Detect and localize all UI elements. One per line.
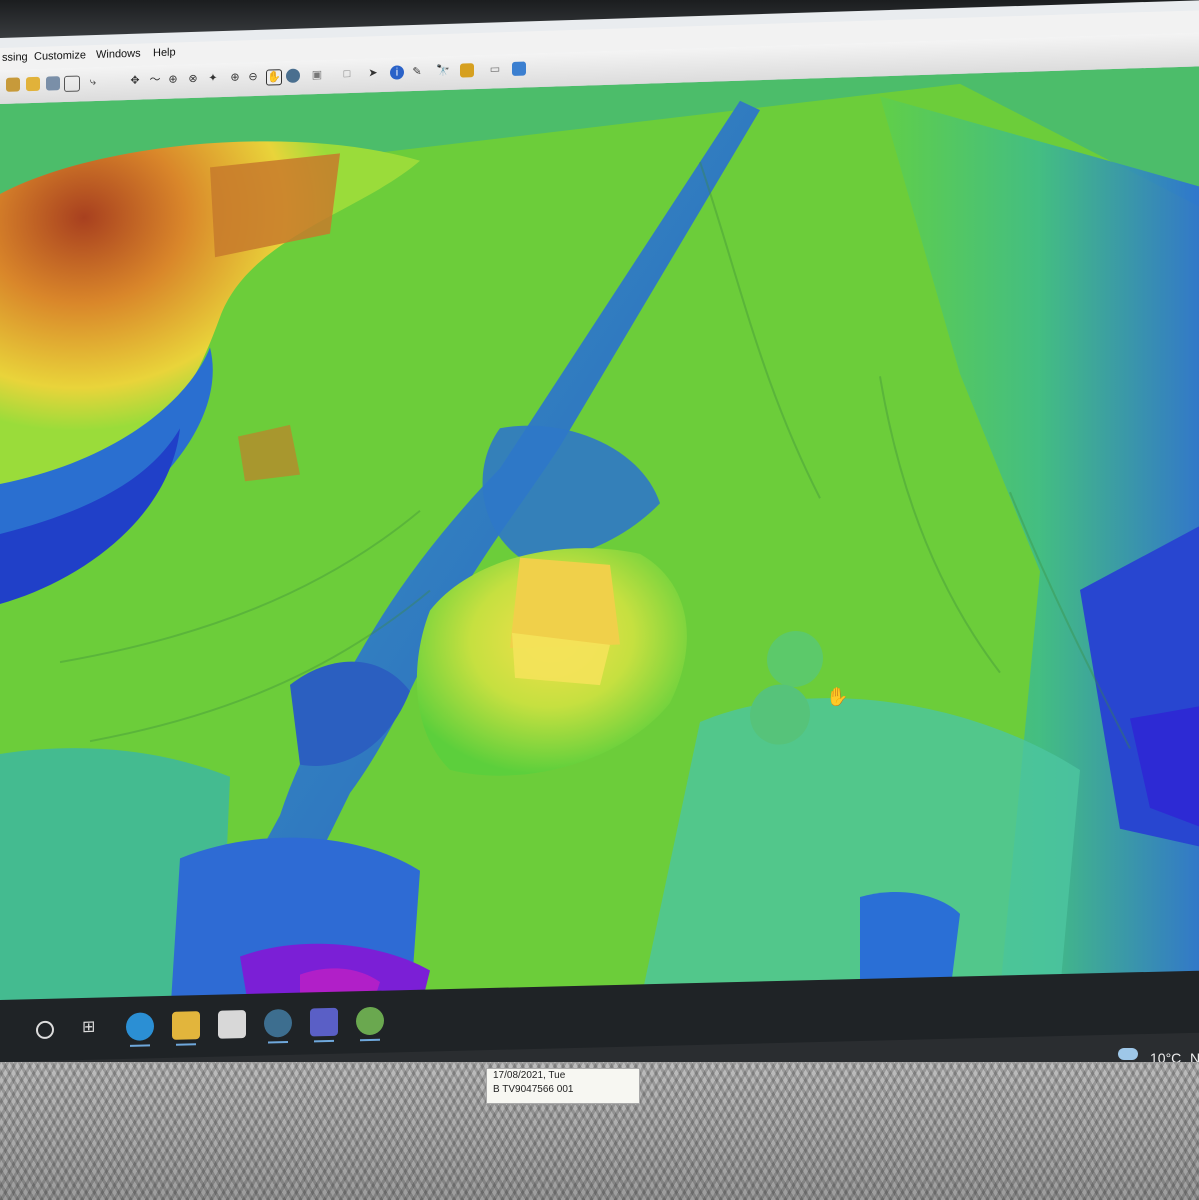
full-extent-icon[interactable]: ⊗ bbox=[186, 72, 200, 86]
store-icon[interactable] bbox=[218, 1009, 246, 1039]
elevation-surface[interactable]: ✋ bbox=[0, 66, 1199, 1024]
search-circle-icon[interactable] bbox=[36, 1020, 54, 1040]
select-icon[interactable]: ➤ bbox=[366, 66, 380, 80]
time-slider-icon[interactable]: ▭ bbox=[488, 62, 502, 76]
table-icon[interactable] bbox=[64, 75, 80, 92]
find-icon[interactable]: 🔭 bbox=[436, 64, 450, 78]
menu-item-windows[interactable]: Windows bbox=[96, 48, 141, 61]
camera-icon[interactable]: ▣ bbox=[310, 68, 324, 82]
sticker-serial: B TV9047566 001 bbox=[493, 1084, 574, 1095]
target-icon[interactable]: ⊕ bbox=[166, 72, 180, 86]
screen: ssing Customize Windows Help ⤷ ✥ 〜 ⊕ ⊗ ✦… bbox=[0, 0, 1199, 1048]
frame-icon[interactable]: □ bbox=[340, 67, 354, 81]
globe-icon[interactable] bbox=[286, 68, 300, 84]
task-view-icon[interactable]: ⊞ bbox=[82, 1013, 110, 1042]
elevation-map[interactable]: ✋ bbox=[0, 66, 1199, 1025]
weather-cloud-icon[interactable] bbox=[1118, 1048, 1138, 1060]
asset-sticker: 17/08/2021, Tue B TV9047566 001 bbox=[486, 1068, 640, 1104]
sticker-date: 17/08/2021, Tue bbox=[493, 1070, 566, 1081]
pan-icon[interactable]: ✥ bbox=[128, 74, 142, 88]
pan-hand-icon[interactable]: ✋ bbox=[266, 69, 282, 86]
layer-icon[interactable] bbox=[6, 77, 20, 92]
magnifier-app-icon[interactable] bbox=[264, 1008, 292, 1038]
zoom-out-icon[interactable]: ⊖ bbox=[246, 70, 260, 84]
zoom-in-icon[interactable]: ⊕ bbox=[228, 70, 242, 84]
folder-icon[interactable] bbox=[26, 76, 40, 92]
3d-view-icon[interactable] bbox=[512, 61, 526, 76]
menu-item-customize[interactable]: Customize bbox=[34, 49, 86, 63]
line-icon[interactable]: 〜 bbox=[148, 73, 162, 87]
file-explorer-icon[interactable] bbox=[172, 1011, 200, 1040]
html-popup-icon[interactable]: ✎ bbox=[410, 65, 424, 79]
menu-item-help[interactable]: Help bbox=[153, 46, 176, 59]
hyperlink-icon[interactable]: ⤷ bbox=[86, 75, 100, 89]
edge-icon[interactable] bbox=[126, 1012, 154, 1041]
extent-icon[interactable]: ✦ bbox=[206, 71, 220, 85]
gis-app-icon[interactable] bbox=[356, 1006, 384, 1036]
measure-icon[interactable] bbox=[460, 63, 474, 78]
identify-icon[interactable]: i bbox=[390, 65, 404, 80]
menu-item-processing[interactable]: ssing bbox=[2, 51, 28, 64]
editor-icon[interactable] bbox=[46, 76, 60, 91]
hand-cursor-icon: ✋ bbox=[826, 685, 848, 708]
teams-icon[interactable] bbox=[310, 1007, 338, 1037]
